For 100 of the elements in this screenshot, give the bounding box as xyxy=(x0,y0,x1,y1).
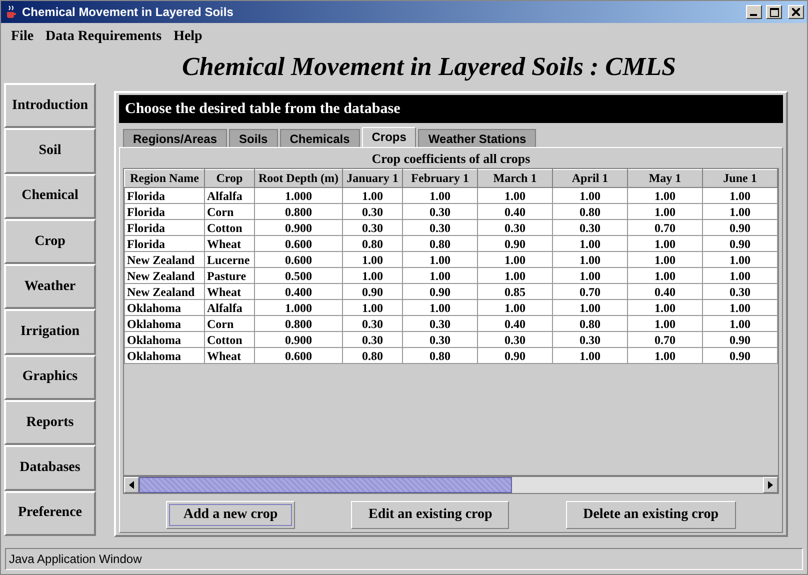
table-cell: 0.30 xyxy=(552,332,628,348)
tab[interactable]: Regions/Areas xyxy=(123,129,228,147)
column-header[interactable]: May 1 xyxy=(628,170,702,188)
table-cell: 0.70 xyxy=(552,284,628,300)
menu-item[interactable]: Help xyxy=(168,29,208,45)
sidebar-button[interactable]: Crop xyxy=(4,218,96,264)
table-cell: 0.600 xyxy=(254,236,342,252)
table-cell: 1.00 xyxy=(702,252,778,268)
sidebar-button[interactable]: Databases xyxy=(4,445,96,491)
table-cell: 1.00 xyxy=(628,188,702,204)
column-header[interactable]: January 1 xyxy=(342,170,402,188)
table-cell: 0.30 xyxy=(552,220,628,236)
maximize-button[interactable] xyxy=(766,5,782,19)
table-cell: 1.00 xyxy=(702,300,778,316)
table-cell: Wheat xyxy=(204,236,254,252)
table-cell: 1.00 xyxy=(478,188,552,204)
table-cell: 0.30 xyxy=(402,316,478,332)
scroll-left-icon[interactable] xyxy=(124,477,139,493)
column-header[interactable]: Root Depth (m) xyxy=(254,170,342,188)
table-cell: 1.00 xyxy=(628,300,702,316)
table-cell: 1.00 xyxy=(552,268,628,284)
table-cell: 1.00 xyxy=(402,300,478,316)
table-cell: 0.80 xyxy=(342,236,402,252)
column-header[interactable]: June 1 xyxy=(702,170,778,188)
table-cell: 0.70 xyxy=(628,220,702,236)
tab[interactable]: Soils xyxy=(229,129,278,147)
table-cell: Alfalfa xyxy=(204,188,254,204)
action-button[interactable]: Edit an existing crop xyxy=(351,501,510,529)
close-icon xyxy=(792,8,800,16)
status-bar: Java Application Window xyxy=(5,548,803,570)
column-header[interactable]: February 1 xyxy=(402,170,478,188)
table-cell: 1.00 xyxy=(342,188,402,204)
menu-item[interactable]: File xyxy=(5,29,40,45)
table-cell: New Zealand xyxy=(124,252,204,268)
panel-header: Choose the desired table from the database xyxy=(119,95,783,123)
table-cell: Cotton xyxy=(204,220,254,236)
table-cell: 0.30 xyxy=(402,204,478,220)
table-cell: 1.00 xyxy=(702,268,778,284)
table-cell: 1.00 xyxy=(552,300,628,316)
tab[interactable]: Crops xyxy=(362,127,416,147)
table-cell: Oklahoma xyxy=(124,348,204,364)
table-cell: 1.00 xyxy=(628,236,702,252)
table-cell: 0.80 xyxy=(402,236,478,252)
tab[interactable]: Chemicals xyxy=(280,129,360,147)
sidebar-button[interactable]: Irrigation xyxy=(4,309,96,355)
table-cell: 1.00 xyxy=(628,204,702,220)
table-cell: Florida xyxy=(124,204,204,220)
table-cell: 0.30 xyxy=(342,204,402,220)
close-button[interactable] xyxy=(788,5,804,19)
column-header[interactable]: Crop xyxy=(204,170,254,188)
column-header[interactable]: Region Name xyxy=(124,170,204,188)
app-heading: Chemical Movement in Layered Soils : CMLS xyxy=(181,51,677,83)
window-title: Chemical Movement in Layered Soils xyxy=(22,5,234,19)
table-cell: Corn xyxy=(204,316,254,332)
table-cell: Lucerne xyxy=(204,252,254,268)
sidebar-button[interactable]: Soil xyxy=(4,128,96,174)
table-cell: 1.000 xyxy=(254,300,342,316)
sidebar-button[interactable]: Reports xyxy=(4,400,96,446)
table-cell: 0.500 xyxy=(254,268,342,284)
table-cell: 1.00 xyxy=(702,204,778,220)
table-cell: 1.00 xyxy=(478,252,552,268)
table-cell: 0.90 xyxy=(402,284,478,300)
column-header[interactable]: April 1 xyxy=(552,170,628,188)
table-cell: 0.30 xyxy=(702,284,778,300)
table-cell: 0.600 xyxy=(254,348,342,364)
table-cell: 0.70 xyxy=(628,332,702,348)
table-cell: 0.600 xyxy=(254,252,342,268)
minimize-button[interactable] xyxy=(746,5,762,19)
table-cell: 1.00 xyxy=(402,268,478,284)
sidebar-button[interactable]: Introduction xyxy=(4,83,96,128)
table-cell: Oklahoma xyxy=(124,316,204,332)
table-cell: Florida xyxy=(124,220,204,236)
table-cell: 1.00 xyxy=(478,268,552,284)
action-button[interactable]: Add a new crop xyxy=(166,501,295,529)
table-cell: 0.90 xyxy=(342,284,402,300)
menu-item[interactable]: Data Requirements xyxy=(40,29,168,45)
table-cell: 1.00 xyxy=(702,188,778,204)
table-cell: 0.800 xyxy=(254,316,342,332)
table-cell: New Zealand xyxy=(124,284,204,300)
table-cell: 0.80 xyxy=(552,316,628,332)
sidebar-button[interactable]: Preference xyxy=(4,490,96,536)
table-cell: 1.00 xyxy=(628,316,702,332)
scroll-right-icon[interactable] xyxy=(763,477,778,493)
sidebar-button[interactable]: Chemical xyxy=(4,174,96,219)
table-cell: Pasture xyxy=(204,268,254,284)
table-cell: 0.90 xyxy=(478,236,552,252)
table-cell: 1.00 xyxy=(628,252,702,268)
table-cell: 0.90 xyxy=(702,220,778,236)
table-cell: 1.00 xyxy=(552,236,628,252)
table-cell: 0.900 xyxy=(254,220,342,236)
maximize-icon xyxy=(770,8,778,16)
sidebar-button[interactable]: Weather xyxy=(4,264,96,310)
sidebar-button[interactable]: Graphics xyxy=(4,354,96,400)
table-cell: Corn xyxy=(204,204,254,220)
table-cell: 1.00 xyxy=(342,252,402,268)
tab[interactable]: Weather Stations xyxy=(418,129,536,147)
column-header[interactable]: March 1 xyxy=(478,170,552,188)
table-cell: 0.900 xyxy=(254,332,342,348)
action-button[interactable]: Delete an existing crop xyxy=(566,501,736,529)
table-cell: Wheat xyxy=(204,348,254,364)
